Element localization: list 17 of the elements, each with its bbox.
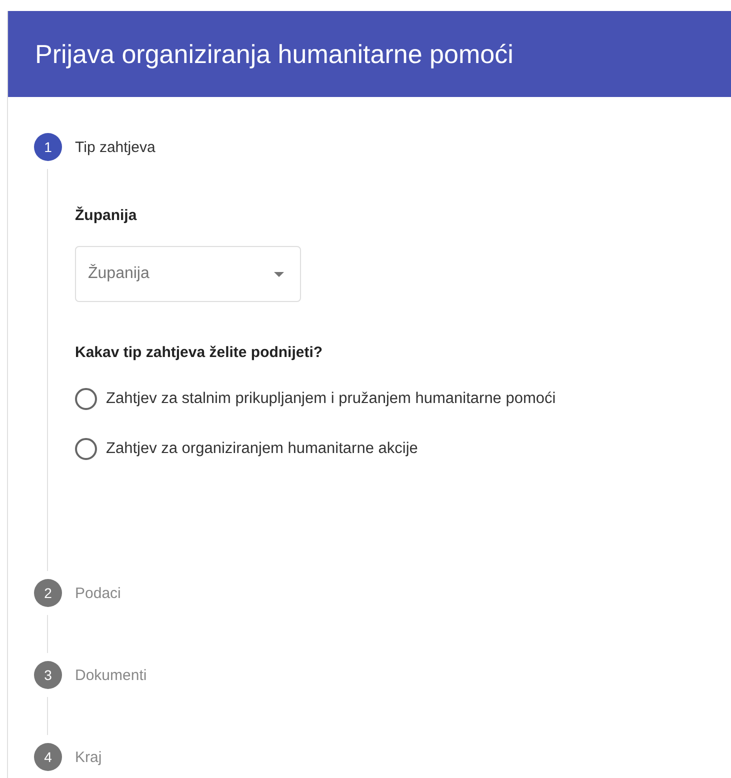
radio-button[interactable]: [75, 438, 97, 460]
step-number: 4: [34, 743, 62, 771]
page-title: Prijava organiziranja humanitarne pomoći: [35, 38, 514, 70]
step-label[interactable]: Tip zahtjeva: [75, 138, 156, 156]
radio-label: Zahtjev za organiziranjem humanitarne akcije: [106, 440, 418, 458]
radio-button[interactable]: [75, 388, 97, 410]
step-label[interactable]: Dokumenti: [75, 666, 147, 684]
question-label: Kakav tip zahtjeva želite podnijeti?: [75, 344, 324, 361]
step-number: 1: [34, 133, 62, 161]
step-number: 3: [34, 661, 62, 689]
field-label: Županija: [75, 207, 138, 224]
step-label[interactable]: Podaci: [75, 584, 121, 602]
step-number: 2: [34, 579, 62, 607]
radio-label: Zahtjev za stalnim prikupljanjem i pružanjem humanitarne pomoći: [106, 390, 556, 408]
step-label[interactable]: Kraj: [75, 748, 102, 766]
county-select[interactable]: Županija: [75, 246, 301, 302]
caret-icon: [274, 272, 284, 276]
